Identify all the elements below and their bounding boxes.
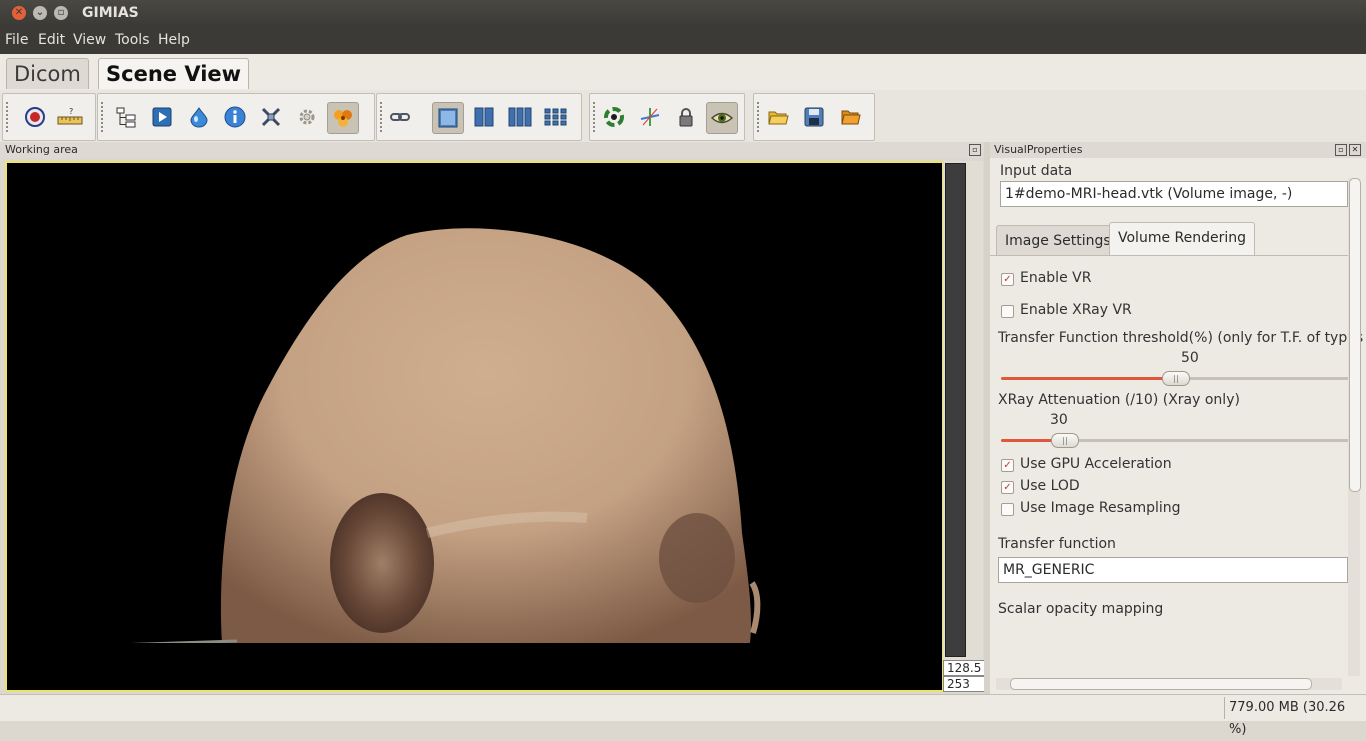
enable-vr-checkbox[interactable]: ✓ (1001, 273, 1014, 286)
working-area-title: Working area (5, 143, 78, 156)
window-width-value[interactable]: 253 (943, 676, 986, 692)
use-resampling-label: Use Image Resampling (1020, 500, 1181, 516)
window-title: GIMIAS (82, 5, 139, 21)
gear-icon[interactable] (292, 102, 322, 132)
maximize-window-button[interactable]: ▫ (54, 6, 68, 20)
panel-horizontal-scroll-thumb[interactable] (1010, 678, 1312, 690)
toolbar-grip[interactable] (101, 102, 107, 132)
plugins-icon[interactable] (327, 102, 359, 134)
tree-icon[interactable] (111, 102, 141, 132)
working-area-title-bar: Working area ▫ (0, 142, 988, 158)
use-gpu-checkbox[interactable]: ✓ (1001, 459, 1014, 472)
save-icon[interactable] (799, 102, 829, 132)
lock-icon[interactable] (671, 102, 701, 132)
render-viewport[interactable] (5, 161, 944, 692)
panel-vertical-scroll-thumb[interactable] (1349, 178, 1361, 492)
drop-icon[interactable] (184, 102, 214, 132)
menu-edit[interactable]: Edit (38, 32, 65, 48)
menu-help[interactable]: Help (158, 32, 190, 48)
toolbar-group-5 (753, 93, 875, 141)
status-bar: 779.00 MB (30.26 %) (0, 694, 1366, 737)
title-bar: ✕ ⌄ ▫ GIMIAS (0, 0, 1366, 28)
tab-image-settings[interactable]: Image Settings (996, 225, 1120, 256)
restore-icon[interactable]: ▫ (969, 144, 981, 156)
tab-divider (990, 255, 1350, 256)
toolbar-group-1: ? (2, 93, 96, 141)
menu-file[interactable]: File (5, 32, 28, 48)
recycle-icon[interactable] (599, 102, 629, 132)
enable-xray-vr-checkbox[interactable] (1001, 305, 1014, 318)
window-level-value[interactable]: 128.5 (943, 660, 986, 676)
restore-icon[interactable]: ▫ (1335, 144, 1347, 156)
tools-icon[interactable] (256, 102, 286, 132)
visual-properties-title-bar: VisualProperties ▫ ✕ (990, 142, 1366, 158)
transfer-function-select[interactable]: MR_GENERIC (998, 557, 1348, 583)
input-data-label: Input data (1000, 163, 1073, 179)
info-icon[interactable] (220, 102, 250, 132)
perspective-tabs: Dicom Scene View (0, 54, 1366, 91)
svg-text:?: ? (69, 107, 73, 116)
toolbar-grip[interactable] (6, 102, 12, 132)
xray-attenuation-label: XRay Attenuation (/10) (Xray only) (998, 392, 1240, 408)
menu-tools[interactable]: Tools (115, 32, 150, 48)
use-lod-label: Use LOD (1020, 478, 1080, 494)
visual-properties-panel: Input data 1#demo-MRI-head.vtk (Volume i… (990, 158, 1366, 694)
visual-properties-title: VisualProperties (994, 143, 1083, 156)
panel-horizontal-scrollbar[interactable] (996, 678, 1342, 690)
tf-threshold-slider[interactable]: || (1001, 371, 1349, 386)
tf-threshold-label: Transfer Function threshold(%) (only for… (998, 330, 1366, 346)
toolbar: ? (0, 90, 1366, 142)
eye-icon[interactable] (706, 102, 738, 134)
play-icon[interactable] (147, 102, 177, 132)
record-icon[interactable] (20, 102, 50, 132)
layout-three-icon[interactable] (505, 102, 535, 132)
memory-usage: 779.00 MB (30.26 %) (1224, 697, 1366, 737)
tab-scene-view[interactable]: Scene View (98, 58, 250, 89)
use-resampling-checkbox[interactable] (1001, 503, 1014, 516)
scalar-opacity-label: Scalar opacity mapping (998, 601, 1164, 617)
xray-attenuation-thumb[interactable]: || (1051, 433, 1079, 448)
close-icon[interactable]: ✕ (1349, 144, 1361, 156)
xray-attenuation-slider[interactable]: || (1001, 433, 1349, 448)
toolbar-group-4 (589, 93, 745, 141)
folder-icon[interactable] (835, 102, 865, 132)
minimize-window-button[interactable]: ⌄ (33, 6, 47, 20)
volume-rendering-image (7, 163, 942, 690)
close-window-button[interactable]: ✕ (12, 6, 26, 20)
panel-vertical-scrollbar[interactable] (1348, 178, 1361, 676)
toolbar-group-3 (376, 93, 582, 141)
input-data-field[interactable]: 1#demo-MRI-head.vtk (Volume image, -) (1000, 181, 1348, 207)
menu-view[interactable]: View (73, 32, 106, 48)
use-lod-checkbox[interactable]: ✓ (1001, 481, 1014, 494)
toolbar-group-2 (97, 93, 375, 141)
slice-slider[interactable] (945, 163, 966, 657)
tf-threshold-fill (1001, 377, 1175, 380)
open-folder-icon[interactable] (763, 102, 793, 132)
layout-grid-icon[interactable] (541, 102, 571, 132)
enable-vr-label: Enable VR (1020, 270, 1092, 286)
tf-threshold-thumb[interactable]: || (1162, 371, 1190, 386)
xray-attenuation-value: 30 (1050, 412, 1068, 428)
enable-xray-vr-label: Enable XRay VR (1020, 302, 1132, 318)
link-icon[interactable] (385, 102, 415, 132)
transfer-function-label: Transfer function (998, 536, 1116, 552)
tab-volume-rendering[interactable]: Volume Rendering (1109, 222, 1256, 256)
ruler-help-icon[interactable]: ? (55, 102, 85, 132)
tf-threshold-value: 50 (1181, 350, 1199, 366)
use-gpu-label: Use GPU Acceleration (1020, 456, 1172, 472)
menu-bar: File Edit View Tools Help (0, 28, 1366, 54)
layout-two-icon[interactable] (469, 102, 499, 132)
crosshair-icon[interactable] (635, 102, 665, 132)
tab-dicom[interactable]: Dicom (6, 58, 89, 89)
layout-single-icon[interactable] (432, 102, 464, 134)
